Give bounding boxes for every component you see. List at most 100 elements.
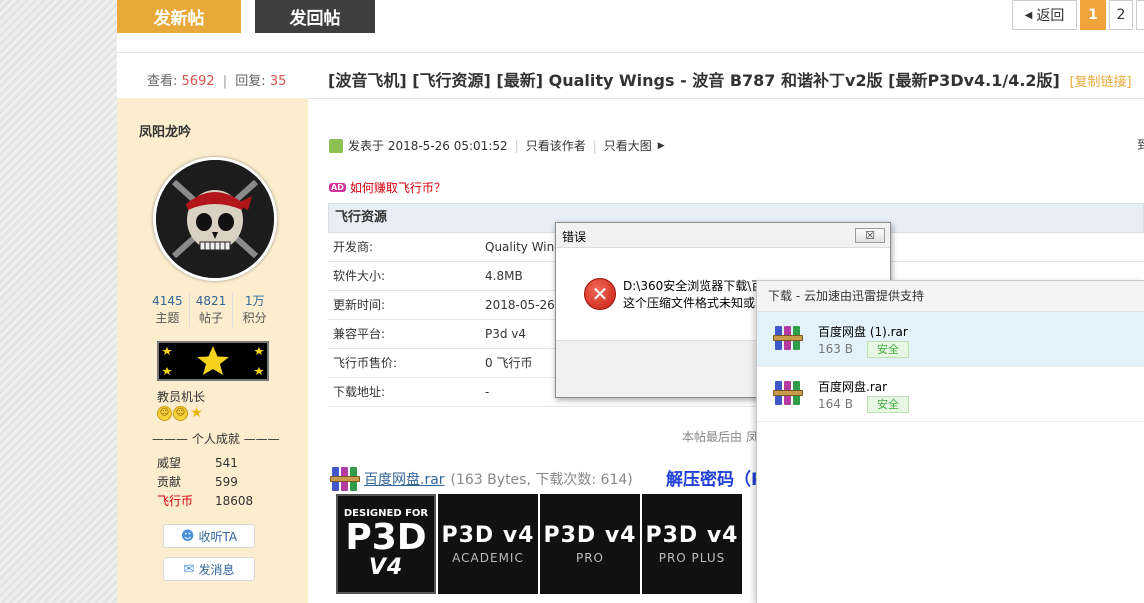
stat-posts[interactable]: 4821 帖子 — [190, 293, 234, 327]
rank-title: 教员机长 — [157, 390, 206, 404]
reply-button[interactable]: 发回帖 — [255, 0, 375, 33]
medals: ☺ ☺ ★ — [157, 406, 204, 421]
views-label: 查看: — [147, 74, 178, 89]
detail-value: 599 — [215, 475, 238, 489]
dialog-title: 错误 — [562, 230, 587, 244]
views-count: 5692 — [181, 74, 215, 89]
chevron-left-icon: ◀ — [1024, 9, 1033, 21]
error-message: D:\360安全浏览器下载\百 这个压缩文件格式未知或 — [623, 278, 763, 312]
detail-key: 贡献 — [157, 475, 182, 489]
send-message-button[interactable]: ✉ 发消息 — [163, 557, 255, 581]
only-author-link[interactable]: 只看该作者 — [526, 137, 586, 154]
download-filename: 百度网盘.rar — [818, 380, 888, 394]
stat-points[interactable]: 1万 积分 — [233, 293, 276, 327]
envelope-icon: ✉ — [183, 561, 195, 577]
row-key: 软件大小: — [333, 269, 386, 283]
thread-title: [波音飞机] [飞行资源] [最新] Quality Wings - 波音 B7… — [328, 67, 1132, 91]
smiley-medal-icon[interactable]: ☺ — [173, 406, 188, 421]
edge-text: 到 — [1137, 138, 1144, 152]
page-background — [0, 0, 117, 603]
password-text: 解压密码（P — [666, 470, 764, 490]
new-post-button[interactable]: 发新帖 — [117, 0, 241, 33]
row-value: - — [485, 385, 490, 399]
detail-value: 541 — [215, 456, 238, 470]
safe-badge: 安全 — [867, 396, 909, 413]
badge-main: P3D v4 — [645, 522, 739, 548]
page-2-button[interactable]: 2 — [1109, 0, 1133, 30]
row-key: 开发商: — [333, 240, 374, 254]
stat-label: 主题 — [155, 311, 180, 325]
p3d-academic-badge: P3D v4 ACADEMIC — [438, 494, 538, 594]
p3d-badges: DESIGNED FOR P3D V4 P3D v4 ACADEMIC P3D … — [336, 494, 742, 594]
p3d-pro-badge: P3D v4 PRO — [540, 494, 640, 594]
stat-threads[interactable]: 4145 主题 — [146, 293, 190, 327]
stats-separator: | — [222, 74, 228, 89]
row-value: P3d v4 — [485, 327, 527, 341]
close-icon[interactable]: ☒ — [855, 228, 885, 243]
page-1-button[interactable]: 1 — [1080, 0, 1106, 30]
stat-label: 帖子 — [199, 311, 224, 325]
row-key: 更新时间: — [333, 298, 386, 312]
dialog-titlebar[interactable]: 错误 ☒ — [556, 223, 890, 248]
row-value: 0 飞行币 — [485, 356, 533, 370]
rar-file-icon — [773, 323, 803, 353]
follow-label: 收听TA — [198, 529, 238, 544]
badge-main: P3D v4 — [441, 522, 535, 548]
replies-count: 35 — [269, 74, 287, 89]
star-icon — [162, 346, 264, 375]
detail-value: 18608 — [215, 494, 254, 508]
back-button[interactable]: ◀ 返回 — [1012, 0, 1077, 30]
star-medal-icon[interactable]: ★ — [189, 406, 204, 421]
achievements-header: ——— 个人成就 ——— — [152, 432, 280, 446]
message-label: 发消息 — [198, 562, 235, 577]
error-icon: ✕ — [584, 278, 616, 310]
row-key: 兼容平台: — [333, 327, 386, 341]
attachment: 百度网盘.rar (163 Bytes, 下载次数: 614) — [330, 464, 633, 494]
follow-button[interactable]: ☻ 收听TA — [163, 524, 255, 548]
download-panel: 下载 - 云加速由迅雷提供支持 百度网盘 (1).rar 163 B 安全 百度… — [756, 280, 1144, 603]
large-image-link[interactable]: 只看大图 — [604, 137, 652, 154]
download-item[interactable]: 百度网盘.rar 164 B 安全 — [757, 367, 1144, 422]
stat-value: 1万 — [244, 294, 265, 308]
badge-sub: V4 — [368, 555, 404, 580]
row-value: 4.8MB — [485, 269, 523, 283]
attachment-link[interactable]: 百度网盘.rar — [364, 469, 445, 489]
author-name[interactable]: 凤阳龙吟 — [139, 121, 191, 140]
rar-file-icon — [330, 464, 360, 494]
safe-badge: 安全 — [867, 341, 909, 358]
pagination: ◀ 返回 1 2 — [1012, 0, 1144, 30]
copy-link-button[interactable]: [复制链接] — [1069, 75, 1131, 90]
ad-text: 如何赚取飞行币？ — [349, 181, 446, 195]
attachment-meta: (163 Bytes, 下载次数: 614) — [450, 472, 633, 488]
rar-file-icon — [773, 378, 803, 408]
thread-title-text: [波音飞机] [飞行资源] [最新] Quality Wings - 波音 B7… — [328, 71, 1060, 90]
thread-stats: 查看: 5692 | 回复: 35 — [147, 70, 286, 89]
last-edit-note: 本帖最后由 凤 — [682, 430, 758, 444]
p3d-pro-plus-badge: P3D v4 PRO PLUS — [642, 494, 742, 594]
avatar[interactable] — [153, 157, 277, 281]
ad-link[interactable]: AD 如何赚取飞行币？ — [329, 179, 446, 196]
user-status-icon — [329, 138, 343, 153]
error-line-2: 这个压缩文件格式未知或 — [623, 296, 756, 310]
download-size: 163 B — [818, 342, 853, 356]
download-item[interactable]: 百度网盘 (1).rar 163 B 安全 — [757, 312, 1144, 367]
back-label: 返回 — [1036, 8, 1065, 24]
row-value: 2018-05-26 — [485, 298, 555, 312]
row-key: 下载地址: — [333, 385, 386, 399]
detail-coins: 飞行币 18608 — [157, 492, 253, 509]
stat-value: 4145 — [152, 294, 183, 308]
badge-sub: PRO — [575, 550, 605, 565]
page-3-button[interactable] — [1136, 0, 1144, 30]
badge-main: P3D v4 — [543, 522, 637, 548]
detail-contribution: 贡献 599 — [157, 473, 238, 490]
replies-label: 回复: — [235, 74, 266, 89]
smiley-medal-icon[interactable]: ☺ — [157, 406, 172, 421]
caret-right-icon: ▶ — [657, 140, 665, 151]
pirate-skull-icon — [156, 160, 274, 278]
badge-main: P3D — [345, 517, 427, 558]
stat-label: 积分 — [242, 311, 267, 325]
download-filename: 百度网盘 (1).rar — [818, 325, 908, 339]
download-size: 164 B — [818, 397, 853, 411]
download-panel-title: 下载 - 云加速由迅雷提供支持 — [757, 281, 1144, 312]
follow-user-icon: ☻ — [180, 528, 195, 544]
